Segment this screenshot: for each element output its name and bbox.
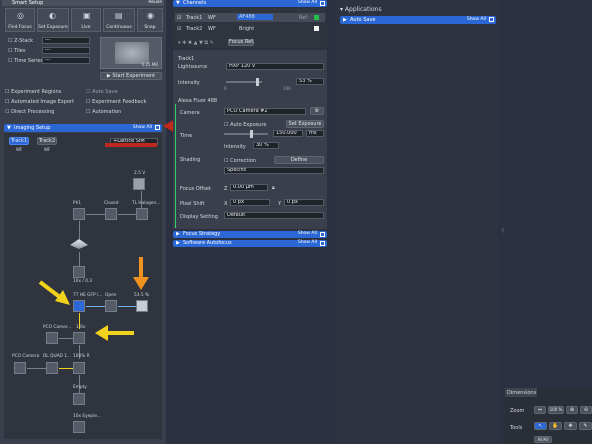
time-unit-select[interactable]: ms xyxy=(306,130,324,137)
time-slider[interactable] xyxy=(224,130,268,138)
zoom-fit-button[interactable]: ⇔ xyxy=(534,406,546,414)
time-input[interactable]: 150.000 xyxy=(273,130,303,137)
yellow-arrow-icon xyxy=(95,325,134,341)
intensity-input[interactable]: 53 % xyxy=(296,78,324,85)
x-label: X xyxy=(224,201,228,207)
tools-label: Tools xyxy=(510,425,523,431)
channel-row-track2[interactable]: ☑ Track2 WF Bright xyxy=(175,24,325,33)
channel-name-1: AF488 xyxy=(237,14,273,20)
zoom-in-button[interactable]: ⊕ xyxy=(566,406,578,414)
intensity-label: Intensity xyxy=(178,80,200,86)
expand-arrow-icon: ▶ xyxy=(176,231,180,237)
auto-save-header[interactable]: ▶ Auto Save Show All xyxy=(340,16,496,24)
set-exposure-button-2[interactable]: Set Exposure xyxy=(286,120,324,128)
shading-mode-select[interactable]: Specific xyxy=(224,167,324,174)
show-all-checkbox[interactable] xyxy=(489,17,494,22)
camera-select[interactable]: PCO Camera #2 xyxy=(224,108,306,115)
track1-title: Track1 xyxy=(178,56,195,62)
z-input[interactable]: 0.00 µm xyxy=(230,184,268,191)
x-input[interactable]: 0 px xyxy=(230,199,270,206)
show-all-checkbox[interactable] xyxy=(320,241,325,246)
display-setting-select[interactable]: Default xyxy=(224,212,324,219)
alexa-accent xyxy=(175,104,176,228)
camera-label: Camera xyxy=(180,110,200,116)
intensity-slider[interactable] xyxy=(226,78,262,86)
slider-max-label: 100 xyxy=(283,86,291,91)
zoom-value-button[interactable]: 100 % xyxy=(548,406,564,414)
intensity-slider-handle[interactable] xyxy=(256,78,259,86)
channel-color-white[interactable] xyxy=(314,26,319,31)
shading-label: Shading xyxy=(180,157,201,163)
time-label: Time xyxy=(180,133,193,139)
pixel-shift-label: Pixel Shift xyxy=(180,201,205,207)
lightsource-label: Lightsource xyxy=(178,64,208,70)
define-button[interactable]: Define xyxy=(274,156,324,164)
expand-arrow-icon: ▶ xyxy=(343,17,347,23)
expand-arrow-icon: ▶ xyxy=(176,240,180,246)
alexa-title: Alexa Fluor 488 xyxy=(178,98,218,104)
channel-actions[interactable]: ▾ ✚ ✖ ▲ ▼ ⧉ ✎ xyxy=(178,40,214,46)
focus-ref-button[interactable]: Focus Ref. xyxy=(228,39,254,46)
y-input[interactable]: 0 px xyxy=(284,199,324,206)
pan-tool-button[interactable]: ✋ xyxy=(549,422,562,430)
camera-settings-icon[interactable]: ⚙ xyxy=(310,107,324,115)
zoom-out-button[interactable]: ⊖ xyxy=(580,406,592,414)
move-tool-button[interactable]: ✥ xyxy=(564,422,577,430)
channel-color-green[interactable] xyxy=(314,15,319,20)
correction-checkbox[interactable]: ☐ Correction xyxy=(224,158,256,164)
channel-name-2: Bright xyxy=(239,26,255,32)
splitter-handle[interactable]: ⟨ xyxy=(502,228,504,234)
software-autofocus-header[interactable]: ▶ Software Autofocus Show All xyxy=(173,240,327,247)
lock-icon[interactable]: 🔒︎ xyxy=(272,185,275,191)
auto-exposure-checkbox[interactable]: ☐ Auto Exposure xyxy=(224,122,266,128)
focus-strategy-header[interactable]: ▶ Focus Strategy Show All xyxy=(173,231,327,238)
focus-offset-label: Focus Offset xyxy=(180,186,211,192)
lattice-highlight-icon xyxy=(105,143,157,147)
all-all-button[interactable]: All/All xyxy=(534,436,552,443)
z-label: Z xyxy=(224,186,228,192)
display-setting-label: Display Setting xyxy=(180,214,218,220)
right-panel xyxy=(336,0,498,444)
channel-check-icon[interactable]: ☑ xyxy=(177,15,181,21)
channel-check-icon[interactable]: ☑ xyxy=(177,26,181,32)
show-all-checkbox[interactable] xyxy=(320,1,325,6)
collapse-arrow-icon: ▼ xyxy=(176,0,180,6)
applications-header[interactable]: ▾ Applications xyxy=(340,6,382,13)
zoom-label: Zoom xyxy=(510,408,525,414)
channels-header[interactable]: ▼ Channels Show All xyxy=(173,0,327,7)
dimensions-tab[interactable]: Dimensions xyxy=(505,388,537,397)
time-slider-handle[interactable] xyxy=(250,130,253,138)
draw-tool-button[interactable]: ✎ xyxy=(579,422,592,430)
yellow-arrow-icon xyxy=(38,280,70,305)
slider-min-label: 0 xyxy=(224,86,227,91)
lightsource-select[interactable]: HXP 120 V xyxy=(226,63,324,70)
orange-arrow-icon xyxy=(133,257,149,290)
intensity-input-2[interactable]: 30 % xyxy=(253,142,279,149)
channel-row-track1[interactable]: ☑ Track1 WF AF488 Ref xyxy=(175,13,325,22)
pointer-tool-button[interactable]: ↖ xyxy=(534,422,547,430)
intensity-label-2: Intensity xyxy=(224,144,246,150)
show-all-checkbox[interactable] xyxy=(320,232,325,237)
y-label: Y xyxy=(278,201,282,207)
